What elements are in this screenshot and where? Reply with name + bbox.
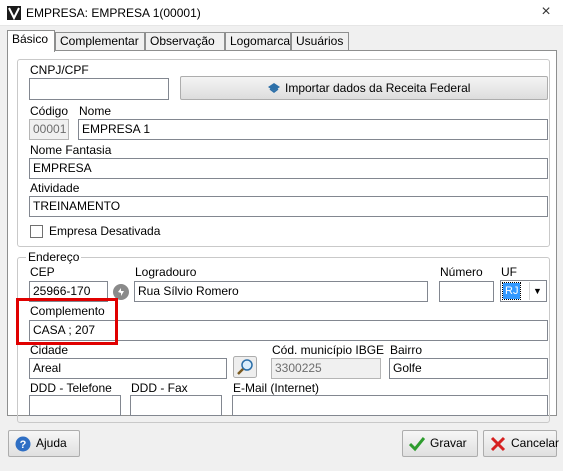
atividade-field[interactable]: TREINAMENTO [29, 196, 548, 217]
numero-field[interactable] [439, 281, 494, 302]
endereco-legend: Endereço [26, 250, 82, 264]
ibge-field: 3300225 [271, 358, 381, 379]
ddd-fax-field[interactable] [130, 395, 222, 416]
import-receita-label: Importar dados da Receita Federal [285, 81, 471, 95]
desativada-checkbox[interactable] [30, 225, 43, 238]
codigo-label: Código [30, 104, 69, 118]
email-label: E-Mail (Internet) [233, 381, 320, 395]
bairro-field[interactable]: Golfe [389, 358, 548, 379]
ibge-label: Cód. município IBGE [272, 343, 385, 357]
uf-selected-value: RJ [501, 282, 522, 300]
cep-field[interactable]: 25966-170 [29, 281, 108, 302]
cloud-download-icon [268, 83, 280, 93]
tab-basico[interactable]: Básico [7, 30, 55, 52]
nome-field[interactable]: EMPRESA 1 [78, 119, 548, 140]
cancel-x-icon [490, 436, 506, 452]
numero-label: Número [440, 265, 483, 279]
tab-observacao[interactable]: Observação [145, 32, 225, 51]
checkmark-icon [409, 437, 425, 452]
cancelar-button[interactable]: Cancelar [483, 430, 560, 457]
cidade-label: Cidade [30, 343, 69, 357]
complemento-label: Complemento [30, 304, 105, 318]
complemento-field[interactable]: CASA ; 207 [29, 320, 548, 341]
help-button[interactable]: ? Ajuda [8, 430, 80, 457]
import-receita-button[interactable]: Importar dados da Receita Federal [180, 76, 548, 100]
app-logo-icon [7, 6, 21, 20]
bairro-label: Bairro [390, 343, 423, 357]
cidade-field[interactable]: Areal [29, 358, 227, 379]
fantasia-label: Nome Fantasia [30, 143, 112, 157]
logradouro-label: Logradouro [135, 265, 197, 279]
ddd-telefone-field[interactable] [29, 395, 121, 416]
desativada-label: Empresa Desativada [49, 224, 161, 238]
nome-label: Nome [79, 104, 112, 118]
uf-label: UF [501, 265, 517, 279]
window-title: EMPRESA: EMPRESA 1(00001) [26, 6, 201, 20]
atividade-label: Atividade [30, 181, 80, 195]
tab-logomarca[interactable]: Logomarca [225, 32, 291, 51]
close-icon[interactable]: × [537, 3, 555, 21]
cnpj-label: CNPJ/CPF [30, 63, 89, 77]
gravar-label: Gravar [430, 436, 467, 450]
tab-usuarios[interactable]: Usuários [291, 32, 349, 51]
logradouro-field[interactable]: Rua Sílvio Romero [134, 281, 428, 302]
cep-search-icon[interactable] [112, 283, 130, 301]
help-label: Ajuda [36, 436, 67, 450]
chevron-down-icon[interactable]: ▼ [529, 282, 545, 300]
tab-complementar[interactable]: Complementar [55, 32, 145, 51]
fantasia-field[interactable]: EMPRESA [29, 158, 548, 179]
ddd-telefone-label: DDD - Telefone [30, 381, 112, 395]
cep-label: CEP [30, 265, 55, 279]
email-field[interactable] [232, 395, 548, 416]
uf-select[interactable]: RJ ▼ [500, 280, 547, 302]
svg-text:?: ? [20, 439, 27, 451]
help-icon: ? [15, 436, 31, 452]
cancelar-label: Cancelar [511, 436, 560, 450]
codigo-field: 00001 [29, 119, 69, 140]
gravar-button[interactable]: Gravar [402, 430, 478, 457]
tab-panel-basico: CNPJ/CPF Importar dados da Receita Feder… [7, 50, 557, 423]
title-bar: EMPRESA: EMPRESA 1(00001) × [0, 0, 563, 26]
ddd-fax-label: DDD - Fax [131, 381, 188, 395]
cidade-search-icon[interactable] [233, 356, 257, 378]
cnpj-field[interactable] [29, 78, 169, 100]
